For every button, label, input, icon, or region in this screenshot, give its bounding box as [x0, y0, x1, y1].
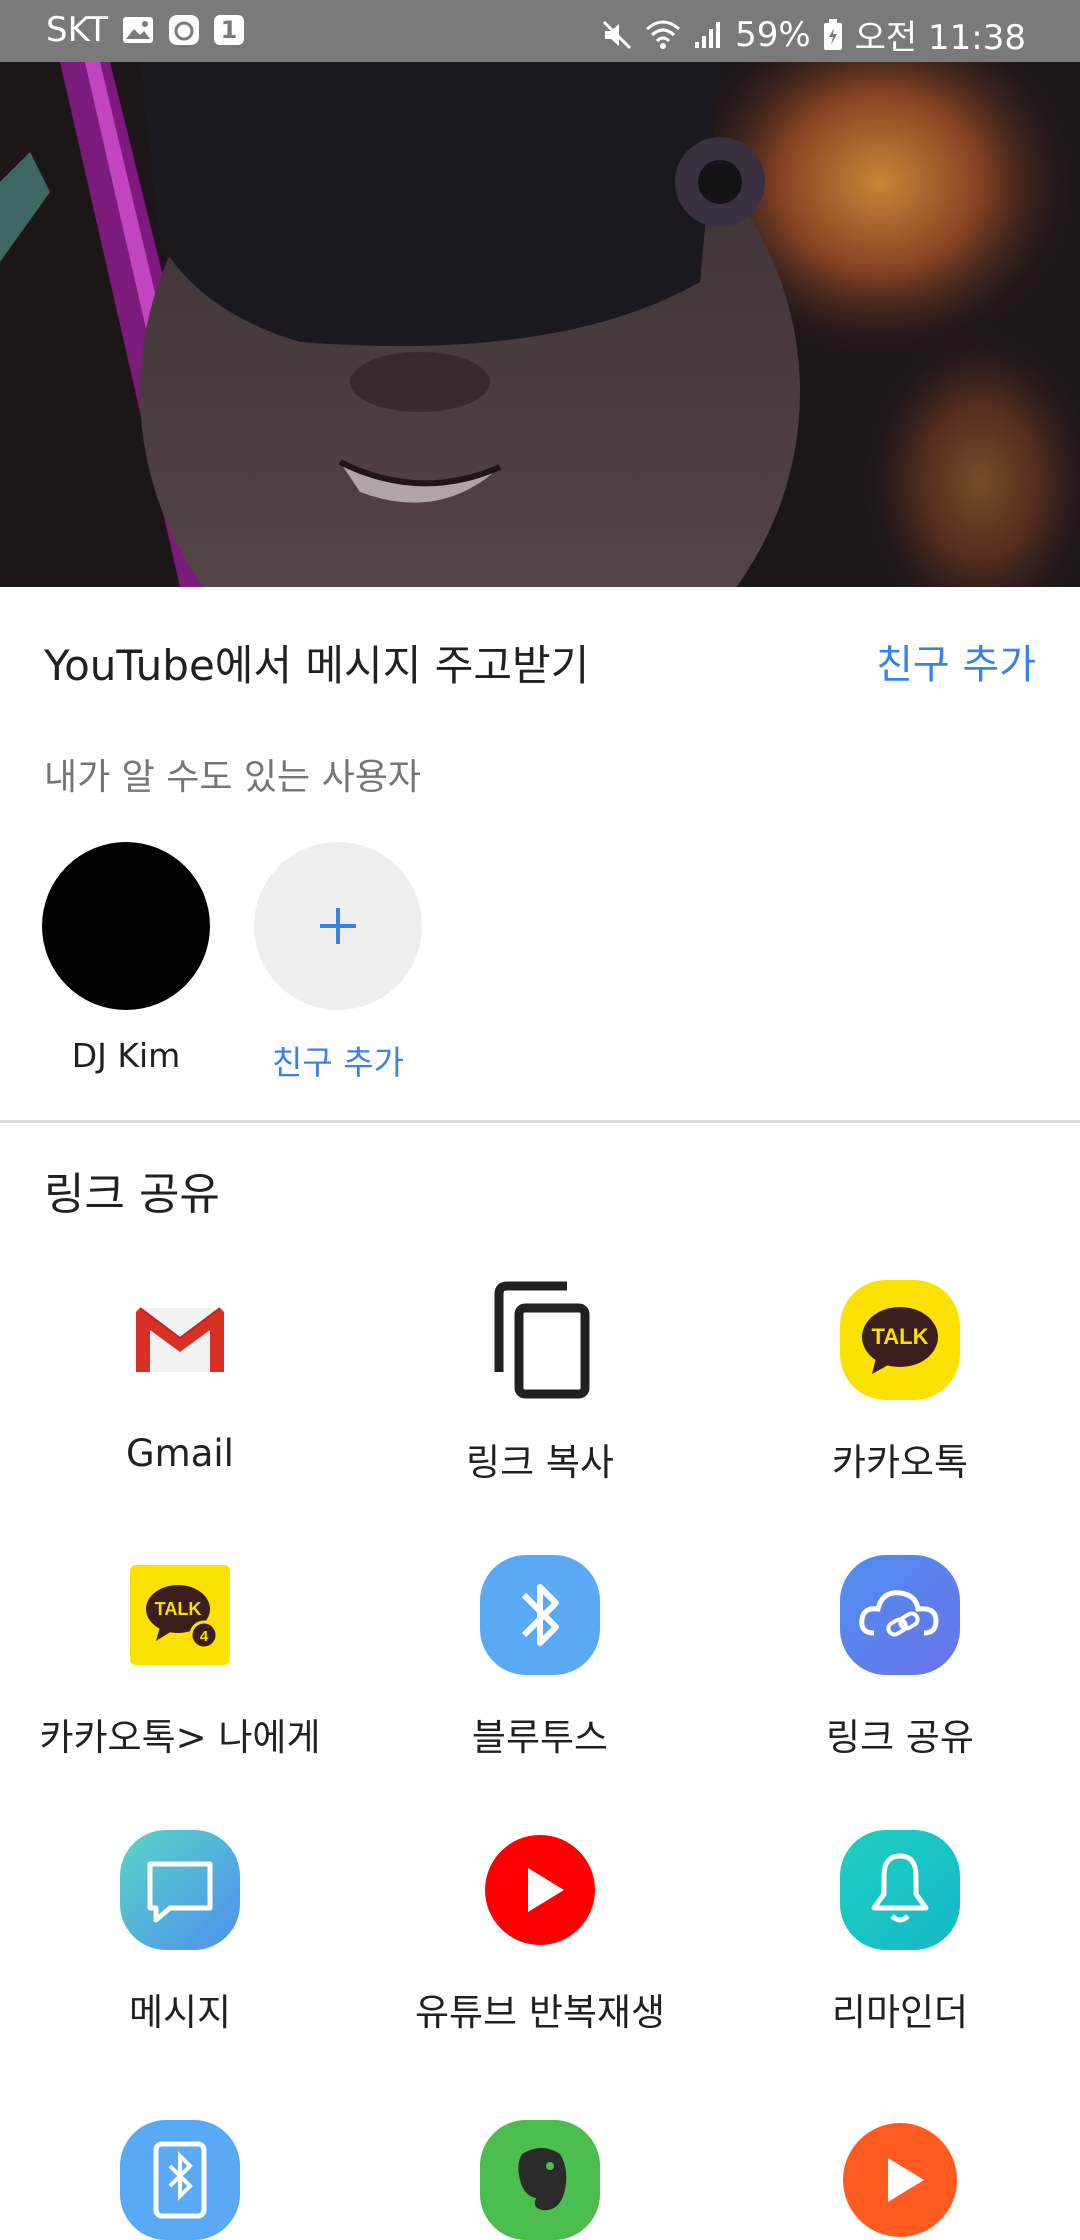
gmail-icon: [120, 1280, 240, 1400]
sheet-title: YouTube에서 메시지 주고받기: [44, 641, 590, 690]
share-target-label: 카카오톡> 나에게: [39, 1716, 321, 1759]
suggested-users-label: 내가 알 수도 있는 사용자: [44, 757, 421, 798]
add-friend-button-label[interactable]: 친구 추가: [248, 1036, 428, 1084]
evernote-icon: [480, 2120, 600, 2240]
reminder-icon: [840, 1830, 960, 1950]
wifi-icon: [646, 20, 681, 49]
share-target-label: 메시지: [128, 1991, 232, 2034]
kakaotalk-me-icon: TALK 4: [120, 1555, 240, 1675]
link-share-section-title: 링크 공유: [44, 1169, 220, 1220]
add-friend-link[interactable]: 친구 추가: [876, 632, 1036, 690]
svg-text:TALK: TALK: [871, 1324, 928, 1349]
svg-text:4: 4: [200, 1628, 209, 1645]
contact-name[interactable]: DJ Kim: [36, 1036, 216, 1075]
copy-link-icon: [480, 1280, 600, 1400]
clock: 오전 11:38: [854, 18, 1026, 58]
notification-count-badge: 1: [214, 15, 245, 45]
vr-headset-person-image: [0, 62, 1080, 587]
kakaotalk-icon: TALK: [840, 1280, 960, 1400]
bluetooth-file-icon: [120, 2120, 240, 2240]
link-share-cloud-icon: [840, 1555, 960, 1675]
mute-icon: [603, 20, 632, 49]
contact-avatar-dj-kim[interactable]: [42, 842, 210, 1010]
video-thumbnail[interactable]: [0, 62, 1080, 587]
signal-icon: [695, 21, 721, 48]
share-target-label: 링크 복사: [466, 1441, 614, 1484]
youtube-repeat-icon: [480, 1830, 600, 1950]
section-divider: [0, 1120, 1080, 1123]
share-target-label: 링크 공유: [826, 1716, 974, 1759]
carrier-label: SKT: [46, 10, 109, 50]
battery-icon: [823, 18, 842, 50]
status-bar: SKT 1 59% 오전 11:38: [0, 0, 1080, 62]
battery-percent: 59%: [735, 14, 811, 55]
share-target-label: 블루투스: [471, 1716, 609, 1759]
plus-icon: [320, 908, 356, 944]
share-target-label: 리마인더: [831, 1991, 969, 2034]
svg-text:TALK: TALK: [155, 1599, 202, 1619]
messages-icon: [120, 1830, 240, 1950]
share-target-label: 카카오톡: [831, 1441, 969, 1484]
share-target-label: 유튜브 반복재생: [414, 1991, 666, 2034]
play-orange-icon: [840, 2120, 960, 2240]
add-friend-button[interactable]: [254, 842, 422, 1010]
share-target-label: Gmail: [126, 1432, 234, 1475]
app-notification-icon: [169, 15, 200, 45]
bluetooth-icon: [480, 1555, 600, 1675]
gallery-notification-icon: [123, 17, 154, 43]
